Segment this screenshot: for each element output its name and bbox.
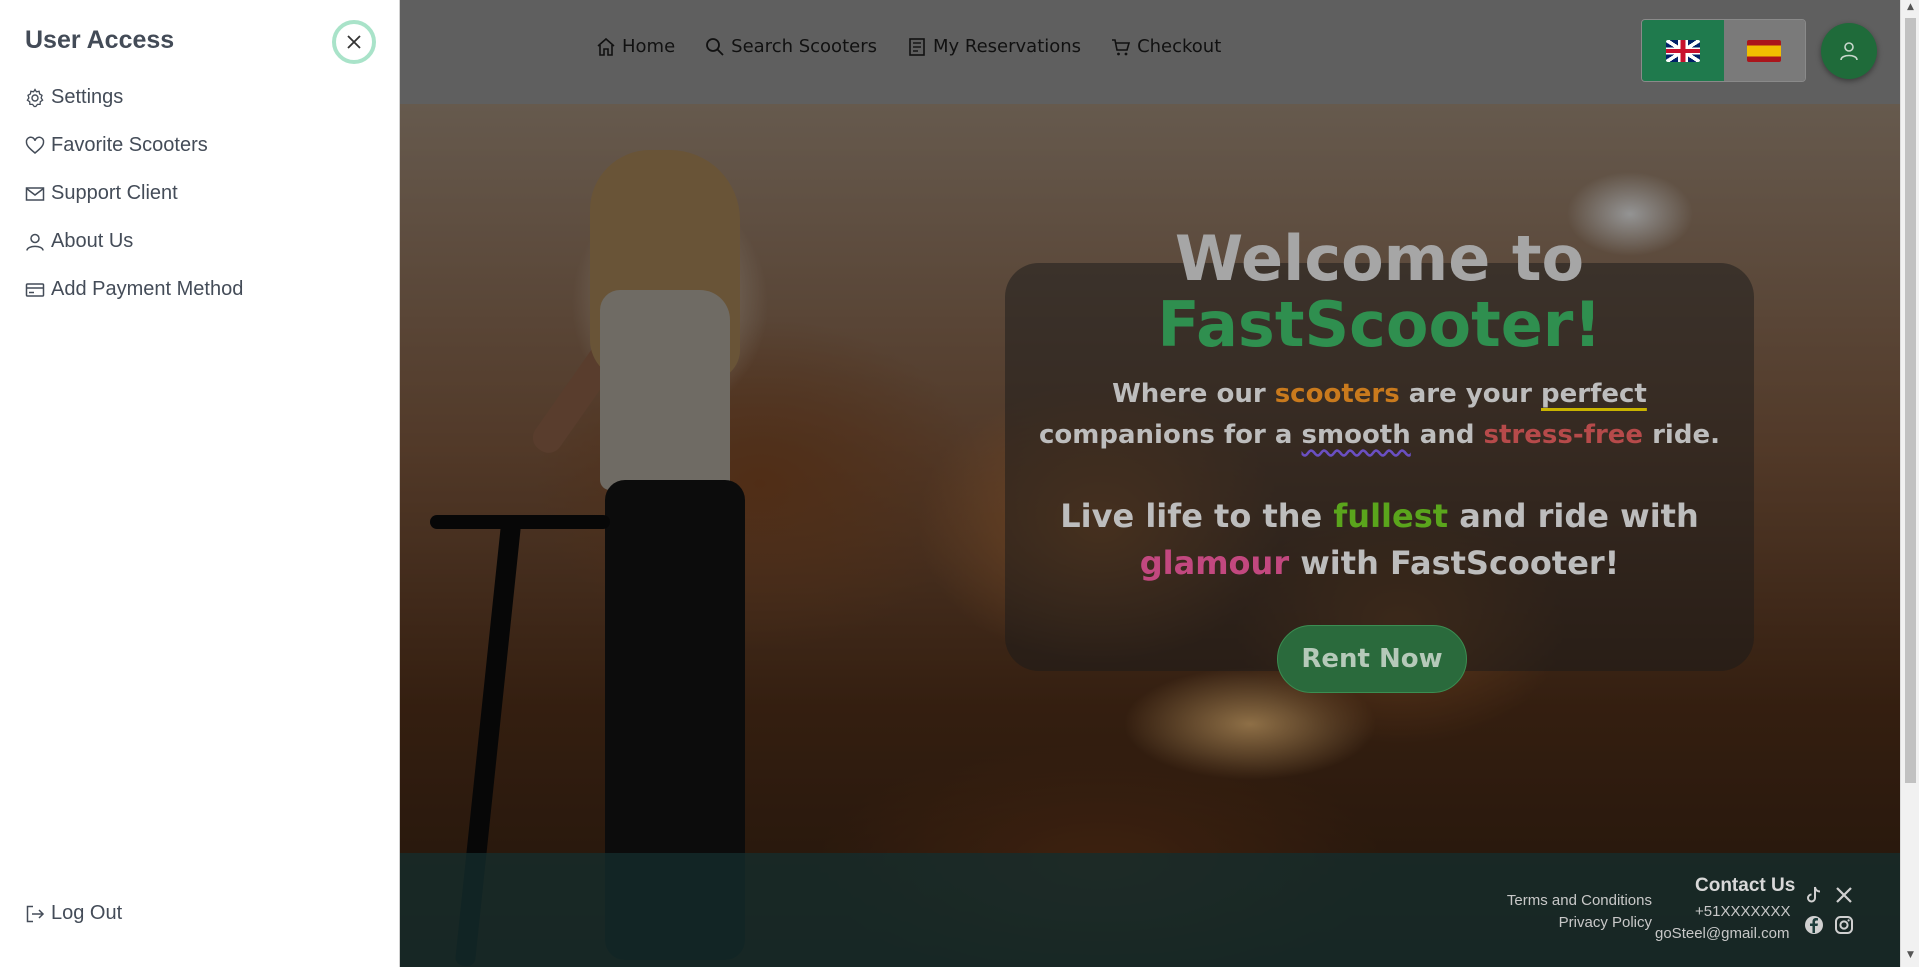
main-nav: Home Search Scooters My Reservations Che… — [596, 36, 1221, 57]
lang-english-button[interactable] — [1642, 20, 1724, 81]
nav-reservations-label: My Reservations — [932, 36, 1082, 57]
app-root: Home Search Scooters My Reservations Che… — [0, 0, 1919, 967]
hero-title-brand: FastScooter! — [1157, 288, 1602, 361]
logout-label: Log Out — [51, 902, 123, 924]
hero-title: Welcome to FastScooter! — [1005, 226, 1754, 358]
nav-search-scooters[interactable]: Search Scooters — [705, 36, 877, 57]
hero-sub-text: and — [1410, 420, 1484, 450]
x-twitter-icon — [1836, 887, 1852, 903]
sidebar-item-add-payment-method[interactable]: Add Payment Method — [25, 278, 243, 301]
sidebar-item-about-us[interactable]: About Us — [25, 230, 133, 253]
tiktok-link[interactable] — [1803, 884, 1825, 906]
sidebar-item-label: Support Client — [51, 182, 178, 204]
nav-home[interactable]: Home — [596, 36, 675, 57]
lang-spanish-button[interactable] — [1723, 20, 1805, 81]
house-icon — [597, 37, 615, 56]
contact-title: Contact Us — [1695, 875, 1796, 896]
document-icon — [909, 37, 925, 56]
instagram-icon — [1835, 916, 1853, 934]
hero-tagline-fullest: fullest — [1333, 497, 1449, 535]
logout-icon — [26, 905, 45, 922]
tiktok-icon — [1807, 886, 1821, 903]
hero-sub-text: are your — [1399, 379, 1541, 409]
nav-search-label: Search Scooters — [731, 36, 877, 57]
sidebar-item-settings[interactable]: Settings — [25, 86, 123, 109]
nav-checkout-label: Checkout — [1137, 36, 1222, 57]
hero-sub-smooth: smooth — [1301, 420, 1411, 450]
user-icon — [1840, 42, 1858, 61]
instagram-link[interactable] — [1833, 914, 1855, 936]
rent-now-button[interactable]: Rent Now — [1277, 625, 1467, 693]
hero-sub-text: Where our — [1112, 379, 1275, 409]
contact-email[interactable]: goSteel@gmail.com — [1655, 925, 1789, 942]
scroll-down-arrow-icon[interactable]: ▼ — [1901, 950, 1919, 964]
hero-sub-text: companions for a — [1039, 420, 1302, 450]
logout-button[interactable]: Log Out — [25, 902, 122, 925]
heart-icon — [25, 136, 45, 154]
scroll-up-arrow-icon[interactable]: ▲ — [1901, 2, 1919, 16]
close-icon — [347, 35, 361, 49]
page-scrollbar[interactable]: ▲ ▼ — [1900, 0, 1919, 967]
cart-icon — [1112, 38, 1131, 55]
sidebar-item-label: About Us — [51, 230, 134, 252]
privacy-link[interactable]: Privacy Policy — [1460, 912, 1652, 934]
hero-subtitle: Where our scooters are your perfect comp… — [1005, 374, 1754, 456]
sidebar-item-support-client[interactable]: Support Client — [25, 182, 178, 205]
sidebar-title: User Access — [25, 26, 175, 54]
gear-icon — [26, 87, 44, 107]
hero-sub-perfect: perfect — [1541, 379, 1647, 409]
user-icon — [26, 233, 44, 251]
sidebar-item-label: Settings — [51, 86, 124, 108]
hero-sub-text: ride. — [1643, 420, 1720, 450]
footer-links: Terms and Conditions Privacy Policy — [1460, 890, 1652, 934]
credit-card-icon — [25, 282, 45, 297]
x-twitter-link[interactable] — [1833, 884, 1855, 906]
hero-tagline-glamour: glamour — [1139, 544, 1290, 582]
mail-icon — [25, 186, 45, 201]
hero-sub-scooters: scooters — [1274, 379, 1400, 409]
hero-tagline-text: and ride with — [1448, 497, 1699, 535]
nav-home-label: Home — [622, 36, 676, 57]
hero-sub-stress-free: stress-free — [1483, 420, 1644, 450]
spain-flag-icon — [1747, 39, 1782, 62]
terms-link[interactable]: Terms and Conditions — [1460, 890, 1652, 912]
sidebar-item-label: Favorite Scooters — [51, 134, 208, 156]
hero-tagline-text: with FastScooter! — [1289, 544, 1620, 582]
user-access-sidebar: User Access Settings Favorite Scooters S… — [0, 0, 400, 967]
scrollbar-thumb[interactable] — [1905, 18, 1916, 783]
hero-tagline: Live life to the fullest and ride with g… — [1005, 493, 1754, 587]
facebook-link[interactable] — [1803, 914, 1825, 936]
uk-flag-icon — [1665, 39, 1700, 62]
hero-tagline-text: Live life to the — [1060, 497, 1334, 535]
language-switcher — [1641, 19, 1806, 82]
nav-my-reservations[interactable]: My Reservations — [907, 36, 1081, 57]
facebook-icon — [1805, 916, 1823, 934]
nav-checkout[interactable]: Checkout — [1111, 36, 1221, 57]
sidebar-item-label: Add Payment Method — [51, 278, 244, 300]
contact-phone: +51XXXXXXX — [1695, 903, 1791, 920]
sidebar-close-button[interactable] — [332, 20, 376, 64]
search-icon — [706, 37, 724, 56]
user-avatar-button[interactable] — [1821, 23, 1877, 79]
hero-title-line1: Welcome to — [1174, 222, 1585, 295]
sidebar-item-favorite-scooters[interactable]: Favorite Scooters — [25, 134, 208, 157]
